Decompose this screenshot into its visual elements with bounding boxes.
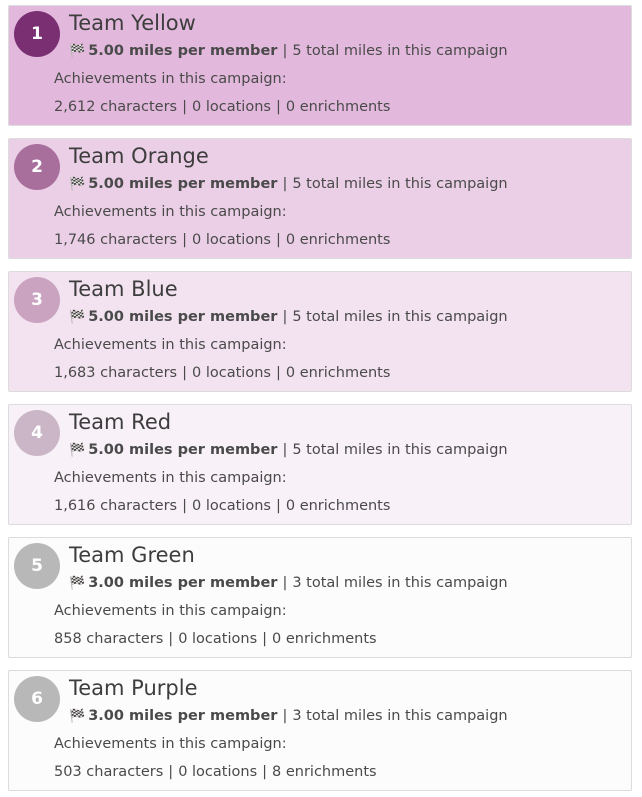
rank-badge: 6 xyxy=(14,676,60,722)
characters-count: 503 characters xyxy=(54,764,164,780)
separator: | xyxy=(275,99,281,115)
characters-count: 2,612 characters xyxy=(54,99,178,115)
separator: | xyxy=(282,442,288,458)
rank-badge: 4 xyxy=(14,410,60,456)
achievements-line: 858 characters | 0 locations | 0 enrichments xyxy=(54,631,377,647)
characters-count: 1,683 characters xyxy=(54,365,178,381)
separator: | xyxy=(168,764,174,780)
separator: | xyxy=(262,764,268,780)
team-name: Team Red xyxy=(69,410,172,434)
locations-count: 0 locations xyxy=(192,365,271,381)
achievements-line: 1,746 characters | 0 locations | 0 enrichmen… xyxy=(54,232,390,248)
enrichments-count: 0 enrichments xyxy=(285,365,391,381)
achievements-line: 1,616 characters | 0 locations | 0 enrichmen… xyxy=(54,498,390,514)
achievements-line: 503 characters | 0 locations | 8 enrichments xyxy=(54,764,377,780)
total-miles: 3 total miles in this campaign xyxy=(292,708,508,724)
miles-line: 🏁 5.00 miles per member | 5 total miles in … xyxy=(69,43,508,59)
enrichments-count: 0 enrichments xyxy=(285,498,391,514)
separator: | xyxy=(182,498,188,514)
miles-per-member: 3.00 miles per member xyxy=(88,708,278,724)
separator: | xyxy=(182,232,188,248)
miles-line: 🏁 5.00 miles per member | 5 total miles in … xyxy=(69,442,508,458)
separator: | xyxy=(262,631,268,647)
team-name: Team Purple xyxy=(69,676,198,700)
characters-count: 1,616 characters xyxy=(54,498,178,514)
enrichments-count: 0 enrichments xyxy=(285,99,391,115)
checkered-flag-icon: 🏁 xyxy=(69,709,86,724)
locations-count: 0 locations xyxy=(192,232,271,248)
checkered-flag-icon: 🏁 xyxy=(69,310,86,325)
miles-per-member: 3.00 miles per member xyxy=(88,575,278,591)
checkered-flag-icon: 🏁 xyxy=(69,44,86,59)
rank-badge: 2 xyxy=(14,144,60,190)
total-miles: 5 total miles in this campaign xyxy=(292,309,508,325)
locations-count: 0 locations xyxy=(192,498,271,514)
characters-count: 1,746 characters xyxy=(54,232,178,248)
achievements-heading: Achievements in this campaign: xyxy=(54,470,287,486)
achievements-heading: Achievements in this campaign: xyxy=(54,204,287,220)
enrichments-count: 0 enrichments xyxy=(272,631,377,647)
team-card: 2 Team Orange 🏁 5.00 miles per member | 5 t… xyxy=(8,138,632,259)
locations-count: 0 locations xyxy=(178,764,258,780)
rank-badge: 3 xyxy=(14,277,60,323)
miles-per-member: 5.00 miles per member xyxy=(88,43,278,59)
team-name: Team Yellow xyxy=(69,11,196,35)
separator: | xyxy=(275,498,281,514)
miles-line: 🏁 5.00 miles per member | 5 total miles in … xyxy=(69,309,508,325)
total-miles: 5 total miles in this campaign xyxy=(292,43,508,59)
separator: | xyxy=(182,365,188,381)
total-miles: 5 total miles in this campaign xyxy=(292,442,508,458)
achievements-heading: Achievements in this campaign: xyxy=(54,337,287,353)
team-name: Team Green xyxy=(69,543,195,567)
separator: | xyxy=(168,631,174,647)
separator: | xyxy=(282,575,288,591)
achievements-heading: Achievements in this campaign: xyxy=(54,71,287,87)
checkered-flag-icon: 🏁 xyxy=(69,576,86,591)
separator: | xyxy=(275,232,281,248)
miles-line: 🏁 3.00 miles per member | 3 total miles in … xyxy=(69,708,508,724)
team-card: 4 Team Red 🏁 5.00 miles per member | 5 tota… xyxy=(8,404,632,525)
separator: | xyxy=(282,43,288,59)
locations-count: 0 locations xyxy=(178,631,258,647)
team-name: Team Orange xyxy=(69,144,209,168)
checkered-flag-icon: 🏁 xyxy=(69,443,86,458)
team-card: 6 Team Purple 🏁 3.00 miles per member | 3 t… xyxy=(8,670,632,791)
miles-per-member: 5.00 miles per member xyxy=(88,442,278,458)
separator: | xyxy=(282,708,288,724)
locations-count: 0 locations xyxy=(192,99,271,115)
achievements-line: 1,683 characters | 0 locations | 0 enrichmen… xyxy=(54,365,390,381)
team-name: Team Blue xyxy=(69,277,178,301)
miles-per-member: 5.00 miles per member xyxy=(88,176,278,192)
separator: | xyxy=(275,365,281,381)
checkered-flag-icon: 🏁 xyxy=(69,177,86,192)
characters-count: 858 characters xyxy=(54,631,164,647)
team-card: 5 Team Green 🏁 3.00 miles per member | 3 to… xyxy=(8,537,632,658)
separator: | xyxy=(182,99,188,115)
team-card: 3 Team Blue 🏁 5.00 miles per member | 5 tot… xyxy=(8,271,632,392)
rank-badge: 5 xyxy=(14,543,60,589)
rank-badge: 1 xyxy=(14,11,60,57)
achievements-heading: Achievements in this campaign: xyxy=(54,736,287,752)
enrichments-count: 0 enrichments xyxy=(285,232,391,248)
achievements-line: 2,612 characters | 0 locations | 0 enrichmen… xyxy=(54,99,390,115)
separator: | xyxy=(282,176,288,192)
miles-line: 🏁 3.00 miles per member | 3 total miles in … xyxy=(69,575,508,591)
miles-per-member: 5.00 miles per member xyxy=(88,309,278,325)
total-miles: 5 total miles in this campaign xyxy=(292,176,508,192)
separator: | xyxy=(282,309,288,325)
team-card: 1 Team Yellow 🏁 5.00 miles per member | 5 t… xyxy=(8,5,632,126)
achievements-heading: Achievements in this campaign: xyxy=(54,603,287,619)
total-miles: 3 total miles in this campaign xyxy=(292,575,508,591)
miles-line: 🏁 5.00 miles per member | 5 total miles in … xyxy=(69,176,508,192)
enrichments-count: 8 enrichments xyxy=(272,764,377,780)
